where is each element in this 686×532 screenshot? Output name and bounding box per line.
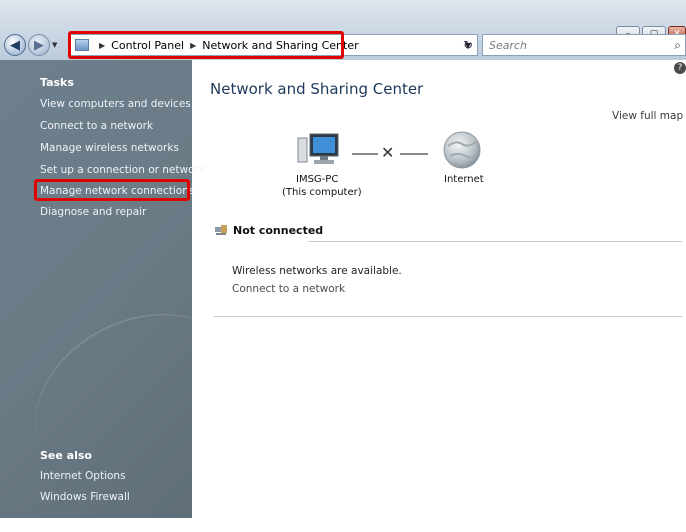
back-button[interactable]: ◀ — [4, 34, 26, 56]
status-divider — [308, 241, 682, 242]
recent-pages-dropdown[interactable]: ▼ — [52, 41, 57, 49]
computer-name: IMSG-PC — [296, 174, 339, 185]
task-view-computers[interactable]: View computers and devices — [40, 98, 191, 110]
disconnected-icon: ✕ — [381, 143, 395, 162]
link-internet-options[interactable]: Internet Options — [40, 470, 126, 482]
computer-subtitle: (This computer) — [282, 187, 362, 198]
search-box[interactable]: Search ⌕ — [482, 34, 686, 56]
search-icon[interactable]: ⌕ — [674, 38, 681, 53]
refresh-button[interactable]: ↻ — [458, 36, 478, 54]
view-full-map-link[interactable]: View full map — [612, 110, 683, 122]
forward-button[interactable]: ▶ — [28, 34, 50, 56]
network-status-icon — [215, 225, 227, 235]
manage-connections-highlight-annotation — [34, 179, 190, 201]
wireless-message: Wireless networks are available. — [232, 265, 402, 277]
tasks-heading: Tasks — [40, 76, 74, 89]
task-pane: Tasks View computers and devices Connect… — [0, 60, 278, 532]
forward-arrow-icon: ▶ — [34, 37, 44, 53]
task-connect-network[interactable]: Connect to a network — [40, 120, 153, 132]
connection-line-right — [400, 153, 428, 155]
task-setup-connection[interactable]: Set up a connection or network — [40, 164, 205, 176]
back-arrow-icon: ◀ — [10, 37, 20, 53]
connection-status-heading: Not connected — [233, 224, 324, 237]
see-also-heading: See also — [40, 449, 92, 462]
task-manage-wireless[interactable]: Manage wireless networks — [40, 142, 179, 154]
address-highlight-annotation — [68, 31, 344, 59]
connect-network-link[interactable]: Connect to a network — [232, 283, 345, 295]
page-title: Network and Sharing Center — [210, 80, 424, 98]
help-icon[interactable]: ? — [674, 62, 686, 74]
connection-line-left — [352, 153, 378, 155]
task-diagnose-repair[interactable]: Diagnose and repair — [40, 206, 146, 218]
globe-icon[interactable] — [442, 130, 482, 170]
search-input[interactable]: Search — [489, 39, 527, 52]
link-windows-firewall[interactable]: Windows Firewall — [40, 491, 130, 503]
section-divider — [214, 316, 682, 317]
computer-icon[interactable] — [296, 132, 340, 168]
internet-label: Internet — [444, 174, 484, 185]
